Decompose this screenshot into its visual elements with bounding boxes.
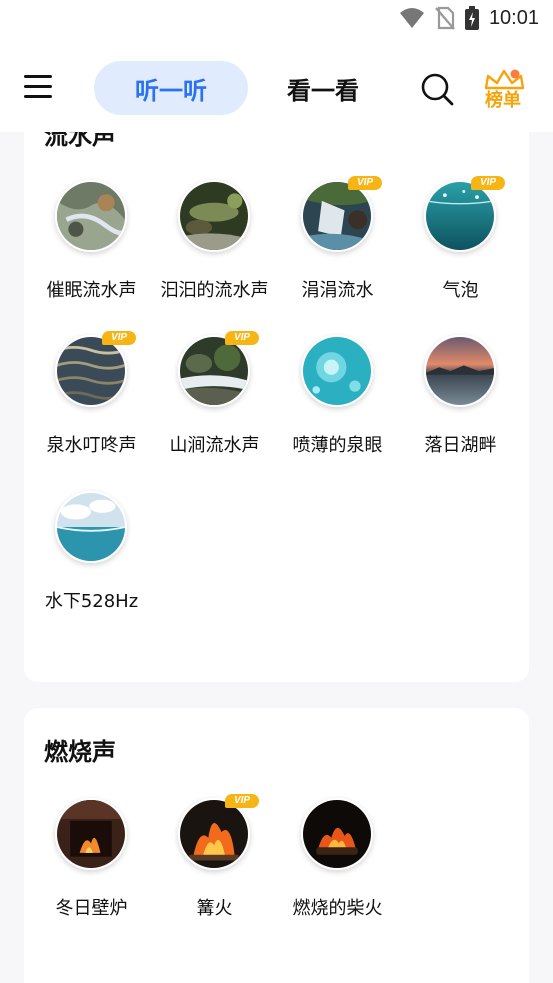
sound-label: 篝火 [196,898,233,919]
sunset-lake-thumbnail [424,335,496,407]
search-icon[interactable] [420,72,454,106]
vip-badge: VIP [225,331,259,345]
sound-item[interactable]: 催眠流水声 [30,180,153,320]
sound-item[interactable]: 汩汩的流水声 [153,180,276,320]
burning-wood-thumbnail [301,798,373,870]
underwater-bubbles-thumbnail [424,180,496,252]
sound-item[interactable]: 落日湖畔 [399,335,522,475]
sound-label: 催眠流水声 [46,280,137,301]
mossy-stream-thumbnail [178,180,250,252]
mountain-stream-thumbnail [178,335,250,407]
sound-item[interactable]: VIP 涓涓流水 [276,176,399,320]
sound-item[interactable]: 冬日壁炉 [30,798,153,938]
water-ripples-thumbnail [55,335,127,407]
menu-icon[interactable] [24,75,54,99]
vip-badge: VIP [471,176,505,190]
vip-badge: VIP [102,331,136,345]
sound-label: 落日湖畔 [424,435,497,456]
ranking-button[interactable]: 榜单 [482,66,530,114]
sound-label: 喷薄的泉眼 [292,435,383,456]
fireplace-thumbnail [55,798,127,870]
top-navigation-bar: 听一听 看一看 榜单 [0,40,553,132]
sound-item[interactable]: 水下528Hz [30,491,153,631]
sound-label: 冬日壁炉 [55,898,128,919]
sound-item[interactable]: 喷薄的泉眼 [276,335,399,475]
sound-label: 山涧流水声 [169,435,260,456]
status-time: 10:01 [488,6,539,29]
ranking-label: 榜单 [485,90,521,111]
sound-item[interactable]: VIP 泉水叮咚声 [30,331,153,475]
sound-label: 燃烧的柴火 [292,898,383,919]
bonfire-thumbnail [178,798,250,870]
sound-label: 汩汩的流水声 [160,280,269,301]
vip-badge: VIP [225,794,259,808]
sound-label: 泉水叮咚声 [46,435,137,456]
vip-badge: VIP [348,176,382,190]
sound-item[interactable]: VIP 气泡 [399,176,522,320]
sound-item[interactable]: VIP 篝火 [153,794,276,938]
water-sounds-section: 流水声 催眠流水声 汩汩的流水声 VIP 涓涓流水 VIP 气泡 VIP 泉水叮… [24,110,529,682]
waterfall-thumbnail [301,180,373,252]
no-sim-icon [435,6,455,30]
sound-item[interactable]: 燃烧的柴火 [276,798,399,938]
tab-listen[interactable]: 听一听 [94,61,248,115]
sound-label: 气泡 [442,280,479,301]
section-title: 燃烧声 [44,738,116,766]
battery-icon [464,6,479,30]
tab-watch[interactable]: 看一看 [258,61,388,115]
fire-sounds-section: 燃烧声 冬日壁炉 VIP 篝火 燃烧的柴火 [24,708,529,983]
spring-water-thumbnail [301,335,373,407]
sound-item[interactable]: VIP 山涧流水声 [153,331,276,475]
status-bar: 10:01 [0,0,553,40]
sound-label: 水下528Hz [44,591,139,612]
sound-label: 涓涓流水 [301,280,374,301]
ocean-surface-thumbnail [55,491,127,563]
wifi-icon [399,8,424,28]
stream-rocks-thumbnail [55,180,127,252]
